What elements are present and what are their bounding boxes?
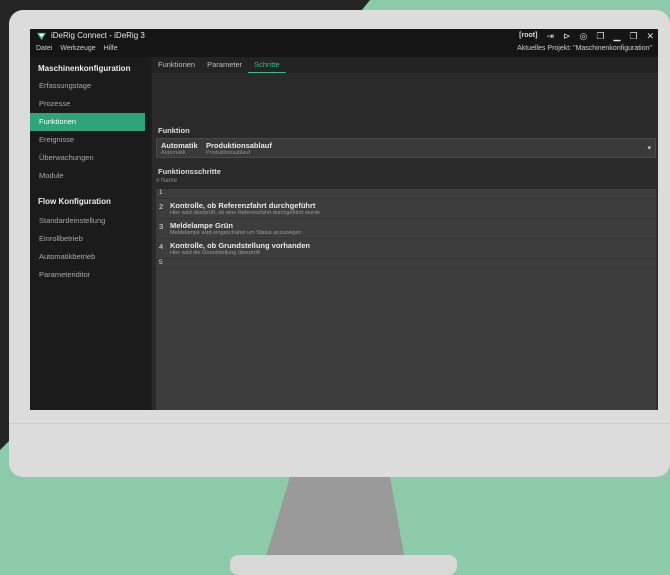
close-icon[interactable]: ✕ bbox=[646, 30, 654, 42]
app-logo-icon bbox=[37, 32, 46, 41]
sidebar-item-parameteriditor[interactable]: Parameteriditor bbox=[30, 266, 149, 284]
sidebar: Maschinenkonfiguration Erfassungstage Pr… bbox=[30, 57, 149, 410]
maximize-icon[interactable]: ❐ bbox=[629, 30, 637, 42]
sidebar-item-einrollbetrieb[interactable]: Einrollbetrieb bbox=[30, 230, 149, 248]
sidebar-item-automatikbetrieb[interactable]: Automatikbetrieb bbox=[30, 248, 149, 266]
tab-parameter[interactable]: Parameter bbox=[201, 57, 248, 73]
sidebar-item-prozesse[interactable]: Prozesse bbox=[30, 95, 149, 113]
step-description: Hier wird überprüft, ob eine Referenzfah… bbox=[170, 210, 321, 216]
sidebar-item-ueberwachungen[interactable]: Überwachungen bbox=[30, 149, 149, 167]
tab-funktionen[interactable]: Funktionen bbox=[152, 57, 201, 73]
menu-file[interactable]: Datei bbox=[36, 45, 52, 52]
function-sub-name: Automatik bbox=[161, 150, 186, 156]
monitor-chin-divider bbox=[9, 423, 670, 424]
sidebar-section-flow: Flow Konfiguration bbox=[38, 197, 111, 206]
step-row[interactable]: 1 bbox=[156, 189, 658, 199]
sidebar-item-funktionen[interactable]: Funktionen bbox=[30, 113, 145, 131]
step-number: 1 bbox=[159, 189, 163, 196]
steps-column-header: # Name bbox=[156, 178, 178, 184]
window-title: iDeRig Connect - iDeRig 3 bbox=[51, 31, 145, 40]
function-value: Produktionsablauf bbox=[206, 141, 272, 150]
step-row[interactable]: 4 Kontrolle, ob Grundstellung vorhanden … bbox=[156, 239, 658, 259]
step-description: Meldelampe wird eingeschaltet um Status … bbox=[170, 230, 302, 236]
sidebar-item-erfassungstage[interactable]: Erfassungstage bbox=[30, 77, 149, 95]
sidebar-item-standardeinstellung[interactable]: Standardeinstellung bbox=[30, 212, 149, 230]
window-controls: [root] ⇥ ⊳ ◎ ❐ ▁ ❐ ✕ bbox=[519, 30, 654, 42]
step-title: Kontrolle, ob Grundstellung vorhanden bbox=[170, 241, 310, 250]
tab-bar: Funktionen Parameter Schritte bbox=[152, 57, 658, 73]
main-panel: Funktionen Parameter Schritte Funktion A… bbox=[152, 57, 658, 410]
scrollbar[interactable] bbox=[656, 189, 658, 410]
step-row[interactable]: 5 bbox=[156, 259, 658, 269]
step-row[interactable]: 2 Kontrolle, ob Referenzfahrt durchgefüh… bbox=[156, 199, 658, 219]
menu-bar: Datei Werkzeuge Hilfe Aktuelles Projekt:… bbox=[30, 43, 658, 57]
current-project-label: Aktuelles Projekt: "Maschinenkonfigurati… bbox=[517, 45, 652, 52]
logout-icon[interactable]: ⇥ bbox=[546, 30, 554, 42]
sidebar-item-module[interactable]: Module bbox=[30, 167, 149, 185]
minimize-icon[interactable]: ▁ bbox=[613, 30, 620, 42]
function-sub-value: Produktionsablauf bbox=[206, 150, 251, 156]
step-number: 4 bbox=[159, 242, 164, 251]
tab-schritte[interactable]: Schritte bbox=[248, 57, 286, 73]
function-select[interactable]: Automatik Produktionsablauf Automatik Pr… bbox=[156, 138, 656, 158]
step-number: 2 bbox=[159, 202, 164, 211]
steps-list: 1 2 Kontrolle, ob Referenzfahrt durchgef… bbox=[156, 189, 658, 410]
app-window: iDeRig Connect - iDeRig 3 [root] ⇥ ⊳ ◎ ❐… bbox=[30, 29, 658, 410]
restore-icon[interactable]: ❐ bbox=[596, 30, 604, 42]
settings-icon[interactable]: ◎ bbox=[580, 30, 588, 42]
user-label[interactable]: [root] bbox=[519, 30, 537, 42]
chevron-down-icon[interactable]: ▾ bbox=[647, 144, 651, 152]
title-bar: iDeRig Connect - iDeRig 3 [root] ⇥ ⊳ ◎ ❐… bbox=[30, 29, 658, 43]
function-label: Funktion bbox=[158, 126, 190, 135]
step-row[interactable]: 3 Meldelampe Grün Meldelampe wird einges… bbox=[156, 219, 658, 239]
steps-label: Funktionsschritte bbox=[158, 167, 221, 176]
step-description: Hier wird die Grundstellung überprüft bbox=[170, 250, 260, 256]
step-title: Meldelampe Grün bbox=[170, 221, 233, 230]
play-icon[interactable]: ⊳ bbox=[563, 30, 571, 42]
sidebar-item-ereignisse[interactable]: Ereignisse bbox=[30, 131, 149, 149]
menu-tools[interactable]: Werkzeuge bbox=[60, 45, 95, 52]
step-number: 5 bbox=[159, 259, 163, 266]
function-name: Automatik bbox=[161, 141, 198, 150]
sidebar-header: Maschinenkonfiguration bbox=[38, 64, 131, 73]
menu-help[interactable]: Hilfe bbox=[104, 45, 118, 52]
step-number: 3 bbox=[159, 222, 164, 231]
step-title: Kontrolle, ob Referenzfahrt durchgeführt bbox=[170, 201, 316, 210]
